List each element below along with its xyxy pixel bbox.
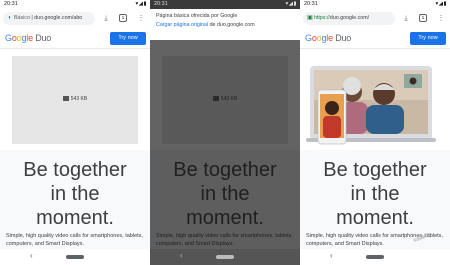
image-placeholder-icon xyxy=(62,96,69,101)
headline-line: Be together xyxy=(173,159,277,181)
home-pill-icon[interactable] xyxy=(66,255,84,259)
status-bar: 20:31 ▾◢▮ xyxy=(150,0,300,9)
headline-line: in the xyxy=(350,183,400,205)
tab-switcher-button[interactable]: 1 xyxy=(119,14,127,22)
try-now-button[interactable]: Try now xyxy=(110,32,146,45)
headline-line: moment. xyxy=(186,207,264,229)
status-time: 20:31 xyxy=(304,1,318,7)
browser-toolbar: ▣https://duo.google.com/ ⤓ 1 ⋮ xyxy=(300,9,450,28)
android-nav-bar: ‹ xyxy=(0,249,150,265)
video-call-illustration xyxy=(306,66,436,145)
home-pill-icon[interactable] xyxy=(366,255,384,259)
site-header: Google Duo Try now xyxy=(0,28,150,49)
google-logo-text: Google xyxy=(5,33,33,43)
tab-switcher-button[interactable]: 1 xyxy=(419,14,427,22)
back-icon[interactable]: ‹ xyxy=(30,251,33,260)
more-vert-icon[interactable]: ⋮ xyxy=(136,13,146,24)
phone-basic-mode: 20:31 ▾◢▮ ◐ Básico | duo.google.com/abo ⤓… xyxy=(0,0,150,265)
headline-line: moment. xyxy=(336,207,414,229)
load-original-link[interactable]: Cargar página original xyxy=(156,22,208,28)
lock-icon[interactable]: ▣ xyxy=(306,12,314,25)
lite-page-title: Página básica ofrecida por Google xyxy=(156,13,238,19)
google-logo-text: Google xyxy=(305,33,333,43)
google-duo-logo: Google Duo xyxy=(5,33,51,44)
back-icon[interactable]: ‹ xyxy=(180,251,183,260)
child-head xyxy=(325,101,339,115)
headline: Be together in the moment. xyxy=(0,158,150,230)
status-time: 20:31 xyxy=(154,1,168,7)
url-text: duo.google.com/abo xyxy=(34,15,83,21)
image-placeholder[interactable]: 543 KB xyxy=(12,56,138,144)
status-bar: 20:31 ▾◢▮ xyxy=(0,0,150,9)
duo-logo-text: Duo xyxy=(35,33,52,43)
more-vert-icon[interactable]: ⋮ xyxy=(436,13,446,24)
site-header: Google Duo Try now xyxy=(300,28,450,49)
download-icon[interactable]: ⤓ xyxy=(101,13,111,24)
url-scheme: https:// xyxy=(314,15,330,21)
url-bar[interactable]: ◐ Básico | duo.google.com/abo xyxy=(3,12,95,25)
headline-line: Be together xyxy=(323,159,427,181)
status-icons: ▾◢▮ xyxy=(135,1,147,7)
headline: Be together in the moment. xyxy=(150,158,300,230)
basic-mode-label: Básico xyxy=(14,15,30,21)
status-bar: 20:31 ▾◢▮ xyxy=(300,0,450,9)
headline-line: in the xyxy=(200,183,250,205)
lite-page-banner: Página básica ofrecida por Google Cargar… xyxy=(150,9,300,40)
image-placeholder: 543 KB xyxy=(162,56,288,144)
image-size-label: 543 KB xyxy=(220,96,238,102)
subtext: Simple, high quality video calls for sma… xyxy=(156,233,293,247)
back-icon[interactable]: ‹ xyxy=(330,251,333,260)
phone-original-page: 20:31 ▾◢▮ ▣https://duo.google.com/ ⤓ 1 ⋮… xyxy=(300,0,450,265)
headline: Be together in the moment. xyxy=(300,158,450,230)
google-duo-logo: Google Duo xyxy=(305,33,351,44)
try-now-button[interactable]: Try now xyxy=(410,32,446,45)
hero-illustration xyxy=(300,50,450,148)
phone-lite-page: 20:31 ▾◢▮ Página básica ofrecida por Goo… xyxy=(150,0,300,265)
duo-logo-text: Duo xyxy=(335,33,352,43)
person-body xyxy=(366,105,404,134)
download-icon[interactable]: ⤓ xyxy=(401,13,411,24)
status-icons: ▾◢▮ xyxy=(435,1,447,7)
browser-toolbar: ◐ Básico | duo.google.com/abo ⤓ 1 ⋮ xyxy=(0,9,150,28)
load-original-domain: de duo.google.com xyxy=(208,22,255,28)
status-icons: ▾◢▮ xyxy=(285,1,297,7)
home-pill-icon[interactable] xyxy=(216,255,234,259)
url-bar[interactable]: ▣https://duo.google.com/ xyxy=(303,12,395,25)
basic-mode-icon[interactable]: ◐ xyxy=(6,12,14,25)
url-text: duo.google.com/ xyxy=(329,15,370,21)
android-nav-bar: ‹ xyxy=(150,249,300,265)
headline-line: moment. xyxy=(36,207,114,229)
headline-line: Be together xyxy=(23,159,127,181)
android-nav-bar: ‹ xyxy=(300,249,450,265)
headline-line: in the xyxy=(50,183,100,205)
image-placeholder-icon xyxy=(212,96,219,101)
subtext: Simple, high quality video calls for sma… xyxy=(6,233,143,247)
status-time: 20:31 xyxy=(4,1,18,7)
image-size-label: 543 KB xyxy=(70,96,88,102)
